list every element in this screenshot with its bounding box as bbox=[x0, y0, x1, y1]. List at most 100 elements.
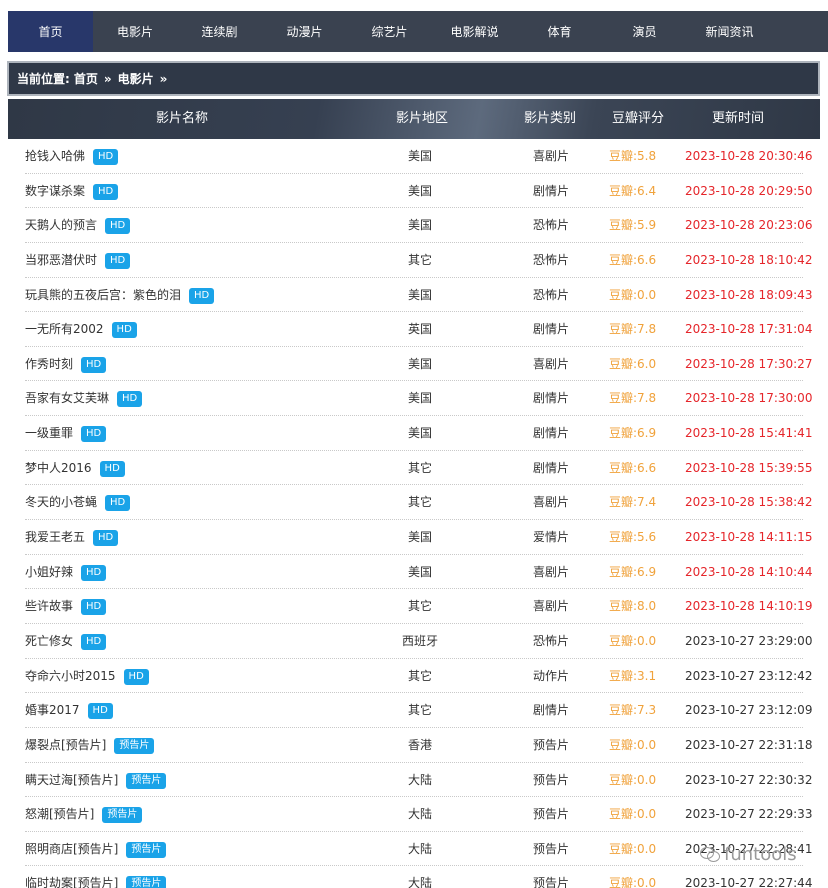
movie-title-link[interactable]: 天鹅人的预言 bbox=[25, 218, 97, 232]
movie-name-cell: 照明商店[预告片] 预告片 bbox=[25, 832, 167, 866]
movie-title-link[interactable]: 数字谋杀案 bbox=[25, 184, 85, 198]
quality-badge: HD bbox=[99, 460, 125, 477]
nav-item[interactable]: 演员 bbox=[602, 11, 687, 52]
table-row: 临时劫案[预告片] 预告片 大陆 预告片 豆瓣:0.0 2023-10-27 22:27:… bbox=[25, 866, 812, 888]
quality-badge: HD bbox=[105, 218, 131, 235]
movie-name-cell: 抢钱入哈佛 HD bbox=[25, 139, 119, 173]
movie-title-link[interactable]: 夺命六小时2015 bbox=[25, 669, 116, 683]
movie-title-link[interactable]: 小姐好辣 bbox=[25, 565, 73, 579]
nav-item[interactable]: 体育 bbox=[517, 11, 602, 52]
movie-category: 喜剧片 bbox=[532, 599, 569, 614]
breadcrumb-home-link[interactable]: 首页 bbox=[74, 70, 98, 87]
table-row: 我爱王老五 HD 美国 爱情片 豆瓣:5.6 2023-10-28 14:11:15 bbox=[25, 520, 812, 555]
table-row: 抢钱入哈佛 HD 美国 喜剧片 豆瓣:5.8 2023-10-28 20:30:46 bbox=[25, 139, 812, 174]
quality-badge: HD bbox=[117, 391, 143, 408]
movie-title-link[interactable]: 抢钱入哈佛 bbox=[25, 149, 85, 163]
movie-region: 其它 bbox=[407, 252, 432, 267]
nav-item[interactable]: 综艺片 bbox=[347, 11, 432, 52]
table-row: 冬天的小苍蝇 HD 其它 喜剧片 豆瓣:7.4 2023-10-28 15:38:42 bbox=[25, 485, 812, 521]
table-row: 些许故事 HD 其它 喜剧片 豆瓣:8.0 2023-10-28 14:10:19 bbox=[25, 589, 812, 624]
movie-name-cell: 小姐好辣 HD bbox=[25, 555, 107, 589]
movie-title-link[interactable]: 一级重罪 bbox=[25, 426, 73, 440]
nav-item[interactable]: 电影片 bbox=[93, 11, 177, 52]
movie-title-link[interactable]: 一无所有2002 bbox=[25, 322, 104, 336]
nav-item[interactable]: 连续剧 bbox=[177, 11, 262, 52]
movie-region: 香港 bbox=[407, 737, 432, 752]
movie-name-cell: 玩具熊的五夜后宫：紫色的泪 HD bbox=[25, 278, 215, 312]
movie-category: 剧情片 bbox=[532, 183, 569, 198]
movie-title-link[interactable]: 死亡修女 bbox=[25, 634, 73, 648]
movie-category: 恐怖片 bbox=[532, 218, 569, 233]
movie-category: 恐怖片 bbox=[532, 633, 569, 648]
breadcrumb-separator: » bbox=[159, 71, 168, 86]
quality-badge: 预告片 bbox=[126, 772, 167, 789]
movie-category: 动作片 bbox=[532, 668, 569, 683]
movie-title-link[interactable]: 作秀时刻 bbox=[25, 357, 73, 371]
update-time: 2023-10-28 20:29:50 bbox=[685, 183, 813, 198]
movie-category: 剧情片 bbox=[532, 391, 569, 406]
douban-score: 豆瓣:0.0 bbox=[609, 807, 657, 822]
quality-badge: 预告片 bbox=[126, 876, 167, 888]
table-row: 瞒天过海[预告片] 预告片 大陆 预告片 豆瓣:0.0 2023-10-27 22:30:… bbox=[25, 763, 812, 798]
movie-category: 预告片 bbox=[532, 807, 569, 822]
breadcrumb-current-link[interactable]: 电影片 bbox=[118, 70, 154, 87]
douban-score: 豆瓣:6.4 bbox=[609, 183, 657, 198]
movie-region: 美国 bbox=[407, 183, 432, 198]
douban-score: 豆瓣:5.8 bbox=[609, 149, 657, 163]
douban-score: 豆瓣:0.0 bbox=[609, 287, 657, 302]
douban-score: 豆瓣:3.1 bbox=[609, 668, 657, 683]
update-time: 2023-10-27 23:29:00 bbox=[685, 633, 813, 648]
douban-score: 豆瓣:0.0 bbox=[609, 841, 657, 856]
movie-title-link[interactable]: 怒潮[预告片] bbox=[25, 807, 94, 821]
movie-title-link[interactable]: 冬天的小苍蝇 bbox=[25, 495, 97, 509]
nav-item[interactable]: 动漫片 bbox=[262, 11, 347, 52]
header-region: 影片地区 bbox=[395, 111, 448, 126]
table-row: 数字谋杀案 HD 美国 剧情片 豆瓣:6.4 2023-10-28 20:29:50 bbox=[25, 174, 812, 209]
movie-region: 其它 bbox=[407, 495, 432, 510]
douban-score: 豆瓣:6.0 bbox=[609, 356, 657, 371]
movie-title-link[interactable]: 婚事2017 bbox=[25, 703, 80, 717]
table-row: 婚事2017 HD 其它 剧情片 豆瓣:7.3 2023-10-27 23:12:09 bbox=[25, 693, 812, 728]
movie-category: 喜剧片 bbox=[532, 564, 569, 579]
movie-title-link[interactable]: 瞒天过海[预告片] bbox=[25, 773, 118, 787]
update-time: 2023-10-28 17:31:04 bbox=[685, 322, 813, 337]
douban-score: 豆瓣:5.9 bbox=[609, 218, 657, 233]
update-time: 2023-10-28 15:41:41 bbox=[685, 426, 813, 441]
movie-name-cell: 爆裂点[预告片] 预告片 bbox=[25, 728, 155, 762]
movie-title-link[interactable]: 吾家有女艾芙琳 bbox=[25, 391, 109, 405]
douban-score: 豆瓣:5.6 bbox=[609, 530, 657, 545]
movie-category: 喜剧片 bbox=[532, 356, 569, 371]
movie-region: 美国 bbox=[407, 530, 432, 545]
movie-region: 大陆 bbox=[407, 772, 432, 787]
table-row: 天鹅人的预言 HD 美国 恐怖片 豆瓣:5.9 2023-10-28 20:23:06 bbox=[25, 208, 812, 243]
update-time: 2023-10-27 22:27:44 bbox=[685, 876, 813, 888]
movie-title-link[interactable]: 临时劫案[预告片] bbox=[25, 876, 118, 888]
movie-title-link[interactable]: 我爱王老五 bbox=[25, 530, 85, 544]
movie-title-link[interactable]: 照明商店[预告片] bbox=[25, 842, 118, 856]
nav-item[interactable]: 电影解说 bbox=[432, 11, 517, 52]
movie-category: 喜剧片 bbox=[532, 495, 569, 510]
douban-score: 豆瓣:7.3 bbox=[609, 703, 657, 718]
movie-name-cell: 天鹅人的预言 HD bbox=[25, 208, 131, 242]
movie-title-link[interactable]: 些许故事 bbox=[25, 599, 73, 613]
movie-region: 美国 bbox=[407, 391, 432, 406]
header-name: 影片名称 bbox=[155, 111, 208, 126]
movie-name-cell: 一无所有2002 HD bbox=[25, 312, 137, 346]
movie-region: 美国 bbox=[407, 287, 432, 302]
update-time: 2023-10-28 18:09:43 bbox=[685, 287, 813, 302]
movie-title-link[interactable]: 当邪恶潜伏时 bbox=[25, 253, 97, 267]
douban-score: 豆瓣:7.8 bbox=[609, 391, 657, 406]
movie-title-link[interactable]: 爆裂点[预告片] bbox=[25, 738, 106, 752]
movie-name-cell: 些许故事 HD bbox=[25, 589, 107, 623]
movie-category: 剧情片 bbox=[532, 703, 569, 718]
movie-title-link[interactable]: 梦中人2016 bbox=[25, 461, 92, 475]
nav-item[interactable]: 新闻资讯 bbox=[687, 11, 772, 52]
movie-category: 恐怖片 bbox=[532, 287, 569, 302]
update-time: 2023-10-28 17:30:00 bbox=[685, 391, 813, 406]
movie-region: 美国 bbox=[407, 218, 432, 233]
movie-region: 大陆 bbox=[407, 807, 432, 822]
quality-badge: HD bbox=[111, 322, 137, 339]
nav-item[interactable]: 首页 bbox=[8, 11, 93, 52]
movie-category: 预告片 bbox=[532, 737, 569, 752]
movie-title-link[interactable]: 玩具熊的五夜后宫：紫色的泪 bbox=[25, 288, 181, 302]
